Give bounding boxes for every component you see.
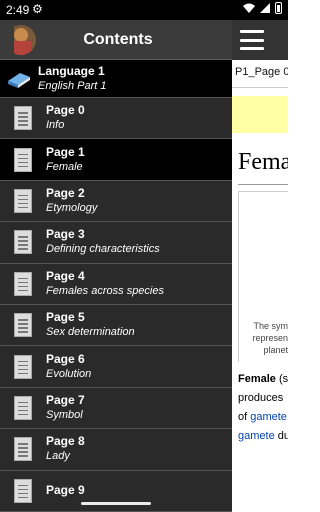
gamete-link[interactable]: gamete — [238, 430, 275, 442]
language-item[interactable]: Language 1 English Part 1 — [0, 60, 232, 98]
para-text: of — [238, 411, 251, 423]
para-text: du — [277, 430, 288, 442]
caption-line: The sym — [253, 321, 288, 331]
page-title: Page 3 — [46, 227, 85, 242]
drawer-title: Contents — [83, 30, 153, 48]
article-paragraph: Female (s produces of gamete gamete du — [232, 370, 288, 446]
para-bold: Female — [238, 373, 276, 385]
article-panel: P1_Page 0 Femal The sym represen planet … — [232, 20, 288, 512]
status-time: 2:49 — [6, 3, 30, 17]
article-toolbar — [232, 20, 288, 60]
page-subtitle: Info — [46, 119, 65, 132]
page-icon — [14, 437, 32, 462]
page-title: Page 4 — [46, 268, 85, 283]
page-subtitle: Evolution — [46, 367, 92, 380]
page-item[interactable]: Page 4 Females across species — [0, 263, 232, 305]
caption-line: planet — [263, 345, 288, 355]
language-subtitle: English Part 1 — [38, 79, 107, 92]
page-subtitle: Female — [46, 160, 83, 173]
page-title: Page 2 — [46, 185, 85, 200]
status-bar: 2:49 ⚙ — [0, 0, 288, 20]
banner — [232, 96, 288, 133]
wifi-icon — [243, 3, 255, 13]
page-title: Page 7 — [46, 392, 85, 407]
settings-gear-icon: ⚙ — [32, 2, 43, 16]
page-item[interactable]: Page 8 Lady — [0, 429, 232, 471]
gamete-link[interactable]: gamete — [250, 411, 287, 423]
page-icon — [14, 106, 32, 131]
page-title: Page 6 — [46, 351, 85, 366]
page-icon — [14, 271, 32, 296]
page-subtitle: Females across species — [46, 284, 164, 297]
page-title: Page 9 — [46, 483, 85, 498]
book-icon — [8, 72, 30, 88]
page-item[interactable]: Page 6 Evolution — [0, 346, 232, 388]
page-title: Page 8 — [46, 434, 85, 449]
page-item[interactable]: Page 9 — [0, 470, 232, 512]
page-icon — [14, 313, 32, 338]
battery-icon — [275, 2, 282, 14]
page-subtitle: Defining characteristics — [46, 243, 160, 256]
menu-icon[interactable] — [240, 30, 264, 50]
avatar — [6, 24, 36, 55]
heading-rule — [238, 184, 288, 185]
caption-line: represen — [252, 333, 288, 343]
image-caption: The sym represen planet — [239, 320, 288, 356]
language-title: Language 1 — [38, 63, 105, 78]
para-text: produces — [238, 392, 284, 404]
page-icon — [14, 230, 32, 255]
page-item[interactable]: Page 5 Sex determination — [0, 304, 232, 347]
article-heading: Femal — [238, 149, 288, 175]
page-icon — [14, 188, 32, 213]
page-subtitle: Sex determination — [46, 326, 135, 339]
page-icon — [14, 395, 32, 420]
page-subtitle: Etymology — [46, 201, 98, 214]
page-icon — [14, 478, 32, 503]
page-label: P1_Page 0 — [232, 60, 288, 88]
infobox-image: The sym represen planet — [238, 191, 288, 362]
page-item[interactable]: Page 2 Etymology — [0, 180, 232, 223]
page-item[interactable]: Page 7 Symbol — [0, 387, 232, 430]
page-item[interactable]: Page 1 Female — [0, 139, 232, 181]
page-item[interactable]: Page 3 Defining characteristics — [0, 222, 232, 264]
drawer-header: Contents — [0, 20, 232, 60]
page-title: Page 5 — [46, 310, 85, 325]
status-icons — [243, 2, 282, 14]
page-subtitle: Symbol — [46, 408, 83, 421]
signal-icon — [260, 3, 270, 13]
page-title: Page 1 — [46, 144, 85, 159]
page-title: Page 0 — [46, 103, 85, 118]
para-text: (s — [275, 373, 288, 385]
page-icon — [14, 354, 32, 379]
navigation-drawer: Contents Language 1 English Part 1 Page … — [0, 20, 232, 512]
page-icon — [14, 147, 32, 172]
page-subtitle: Lady — [46, 450, 70, 463]
page-item[interactable]: Page 0 Info — [0, 98, 232, 140]
